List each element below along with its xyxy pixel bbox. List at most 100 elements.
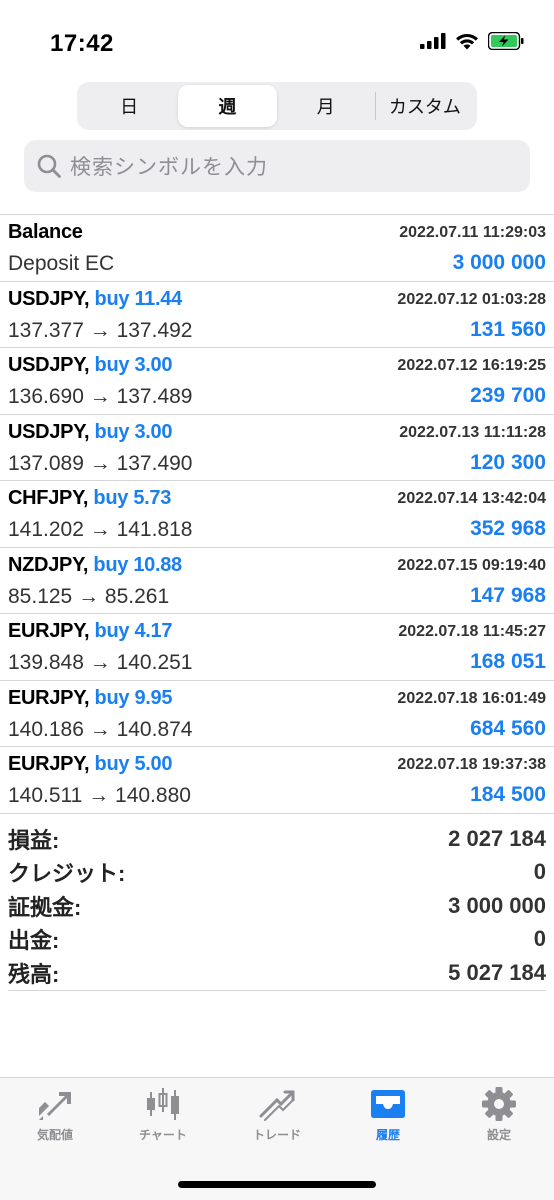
search-placeholder: 検索シンボルを入力 bbox=[70, 156, 268, 179]
row-date: 2022.07.15 09:19:40 bbox=[397, 556, 546, 574]
status-bar: 17:42 bbox=[0, 0, 554, 80]
row-amount: 120 300 bbox=[470, 450, 546, 474]
summary-value: 0 bbox=[533, 926, 546, 952]
summary-label: 証拠金: bbox=[8, 894, 82, 920]
history-row[interactable]: USDJPY, buy 11.44 137.377 → 137.492 2022… bbox=[0, 282, 554, 348]
tab-label: トレード bbox=[252, 1128, 301, 1142]
summary-divider bbox=[8, 990, 546, 991]
row-date: 2022.07.12 01:03:28 bbox=[397, 290, 546, 308]
summary-withdrawal: 出金: 0 bbox=[8, 923, 546, 957]
row-symbol: USDJPY, bbox=[8, 287, 90, 310]
history-row[interactable]: EURJPY, buy 5.00 140.511 → 140.880 2022.… bbox=[0, 747, 554, 814]
status-time: 17:42 bbox=[50, 30, 114, 57]
row-detail: 140.511 → 140.880 bbox=[8, 784, 191, 807]
row-detail: 141.202 → 141.818 bbox=[8, 518, 193, 541]
history-row[interactable]: USDJPY, buy 3.00 137.089 → 137.490 2022.… bbox=[0, 415, 554, 481]
period-tab-month[interactable]: 月 bbox=[277, 85, 375, 127]
row-side: buy 5.73 bbox=[93, 487, 172, 509]
settings-icon bbox=[482, 1087, 516, 1121]
period-tab-day[interactable]: 日 bbox=[80, 85, 178, 127]
summary-label: 損益: bbox=[8, 827, 60, 853]
tab-history[interactable]: 履歴 bbox=[343, 1086, 433, 1143]
home-indicator[interactable] bbox=[178, 1181, 376, 1188]
row-side: buy 3.00 bbox=[94, 354, 173, 376]
summary-value: 0 bbox=[533, 859, 546, 885]
period-segmented-control: 日 週 月 カスタム bbox=[77, 82, 477, 130]
status-icons bbox=[420, 32, 524, 50]
row-symbol: CHFJPY, bbox=[8, 487, 89, 509]
row-amount: 168 051 bbox=[470, 650, 546, 673]
row-side: buy 3.00 bbox=[94, 420, 173, 443]
row-date: 2022.07.11 11:29:03 bbox=[399, 224, 546, 241]
tab-label: 設定 bbox=[486, 1128, 511, 1142]
row-amount: 684 560 bbox=[470, 716, 546, 740]
row-symbol: Balance bbox=[8, 221, 83, 243]
period-tab-week[interactable]: 週 bbox=[178, 85, 277, 127]
history-row-balance[interactable]: Balance Deposit EC 2022.07.11 11:29:03 3… bbox=[0, 215, 554, 282]
tab-label: チャート bbox=[139, 1128, 187, 1142]
summary-profit: 損益: 2 027 184 bbox=[8, 822, 546, 856]
row-detail: 137.089 → 137.490 bbox=[8, 451, 193, 475]
row-symbol: EURJPY, bbox=[8, 753, 90, 775]
row-symbol: NZDJPY, bbox=[8, 553, 89, 576]
row-detail: 136.690 → 137.489 bbox=[8, 385, 193, 408]
battery-charging-icon bbox=[488, 32, 524, 50]
summary-label: クレジット: bbox=[8, 861, 126, 887]
row-amount: 239 700 bbox=[470, 384, 546, 407]
summary-credit: クレジット: 0 bbox=[8, 856, 546, 890]
row-symbol: EURJPY, bbox=[8, 620, 90, 642]
row-date: 2022.07.18 16:01:49 bbox=[397, 689, 546, 707]
row-amount: 184 500 bbox=[470, 783, 546, 806]
row-side: buy 11.44 bbox=[94, 287, 183, 310]
row-amount: 3 000 000 bbox=[452, 251, 546, 274]
row-symbol: EURJPY, bbox=[8, 686, 90, 709]
summary-deposit: 証拠金: 3 000 000 bbox=[8, 889, 546, 923]
summary-balance: 残高: 5 027 184 bbox=[8, 956, 546, 990]
row-side: buy 4.17 bbox=[94, 620, 173, 642]
search-icon bbox=[37, 154, 61, 178]
row-date: 2022.07.14 13:42:04 bbox=[397, 490, 546, 507]
row-detail: 140.186 → 140.874 bbox=[8, 717, 193, 741]
search-input[interactable]: 検索シンボルを入力 bbox=[24, 140, 530, 192]
summary-label: 出金: bbox=[8, 928, 60, 954]
history-row[interactable]: EURJPY, buy 4.17 139.848 → 140.251 2022.… bbox=[0, 614, 554, 681]
tab-label: 履歴 bbox=[375, 1128, 400, 1142]
history-row[interactable]: EURJPY, buy 9.95 140.186 → 140.874 2022.… bbox=[0, 681, 554, 747]
row-date: 2022.07.18 11:45:27 bbox=[398, 623, 546, 640]
tab-label: 気配値 bbox=[36, 1128, 73, 1142]
history-icon bbox=[371, 1090, 405, 1118]
row-side: buy 5.00 bbox=[94, 753, 173, 775]
history-row[interactable]: CHFJPY, buy 5.73 141.202 → 141.818 2022.… bbox=[0, 481, 554, 548]
quotes-icon bbox=[39, 1092, 71, 1120]
row-amount: 352 968 bbox=[470, 517, 546, 540]
summary-value: 2 027 184 bbox=[448, 825, 546, 851]
row-detail: 85.125 → 85.261 bbox=[8, 584, 170, 608]
period-tab-custom[interactable]: カスタム bbox=[376, 85, 474, 127]
cellular-signal-icon bbox=[420, 33, 446, 49]
row-detail: Deposit EC bbox=[8, 252, 115, 275]
tab-chart[interactable]: チャート bbox=[118, 1086, 208, 1143]
chart-icon bbox=[147, 1088, 179, 1120]
summary-value: 5 027 184 bbox=[448, 959, 546, 985]
row-detail: 137.377 → 137.492 bbox=[8, 318, 193, 342]
row-amount: 147 968 bbox=[470, 583, 546, 607]
tab-trade[interactable]: トレード bbox=[232, 1086, 322, 1143]
row-detail: 139.848 → 140.251 bbox=[8, 651, 193, 674]
row-side: buy 10.88 bbox=[93, 553, 182, 576]
history-list: Balance Deposit EC 2022.07.11 11:29:03 3… bbox=[0, 214, 554, 814]
account-summary: 損益: 2 027 184 クレジット: 0 証拠金: 3 000 000 出金… bbox=[8, 822, 546, 990]
row-amount: 131 560 bbox=[470, 317, 546, 341]
row-date: 2022.07.13 11:11:28 bbox=[399, 423, 546, 441]
row-symbol: USDJPY, bbox=[8, 354, 90, 376]
row-symbol: USDJPY, bbox=[8, 420, 90, 443]
row-date: 2022.07.18 19:37:38 bbox=[397, 756, 546, 773]
summary-value: 3 000 000 bbox=[448, 892, 546, 918]
tab-quotes[interactable]: 気配値 bbox=[10, 1086, 100, 1143]
row-side: buy 9.95 bbox=[94, 686, 173, 709]
history-row[interactable]: NZDJPY, buy 10.88 85.125 → 85.261 2022.0… bbox=[0, 548, 554, 614]
summary-label: 残高: bbox=[8, 961, 60, 987]
trade-icon bbox=[259, 1090, 295, 1121]
row-date: 2022.07.12 16:19:25 bbox=[397, 357, 546, 374]
history-row[interactable]: USDJPY, buy 3.00 136.690 → 137.489 2022.… bbox=[0, 348, 554, 415]
tab-settings[interactable]: 設定 bbox=[454, 1086, 544, 1143]
